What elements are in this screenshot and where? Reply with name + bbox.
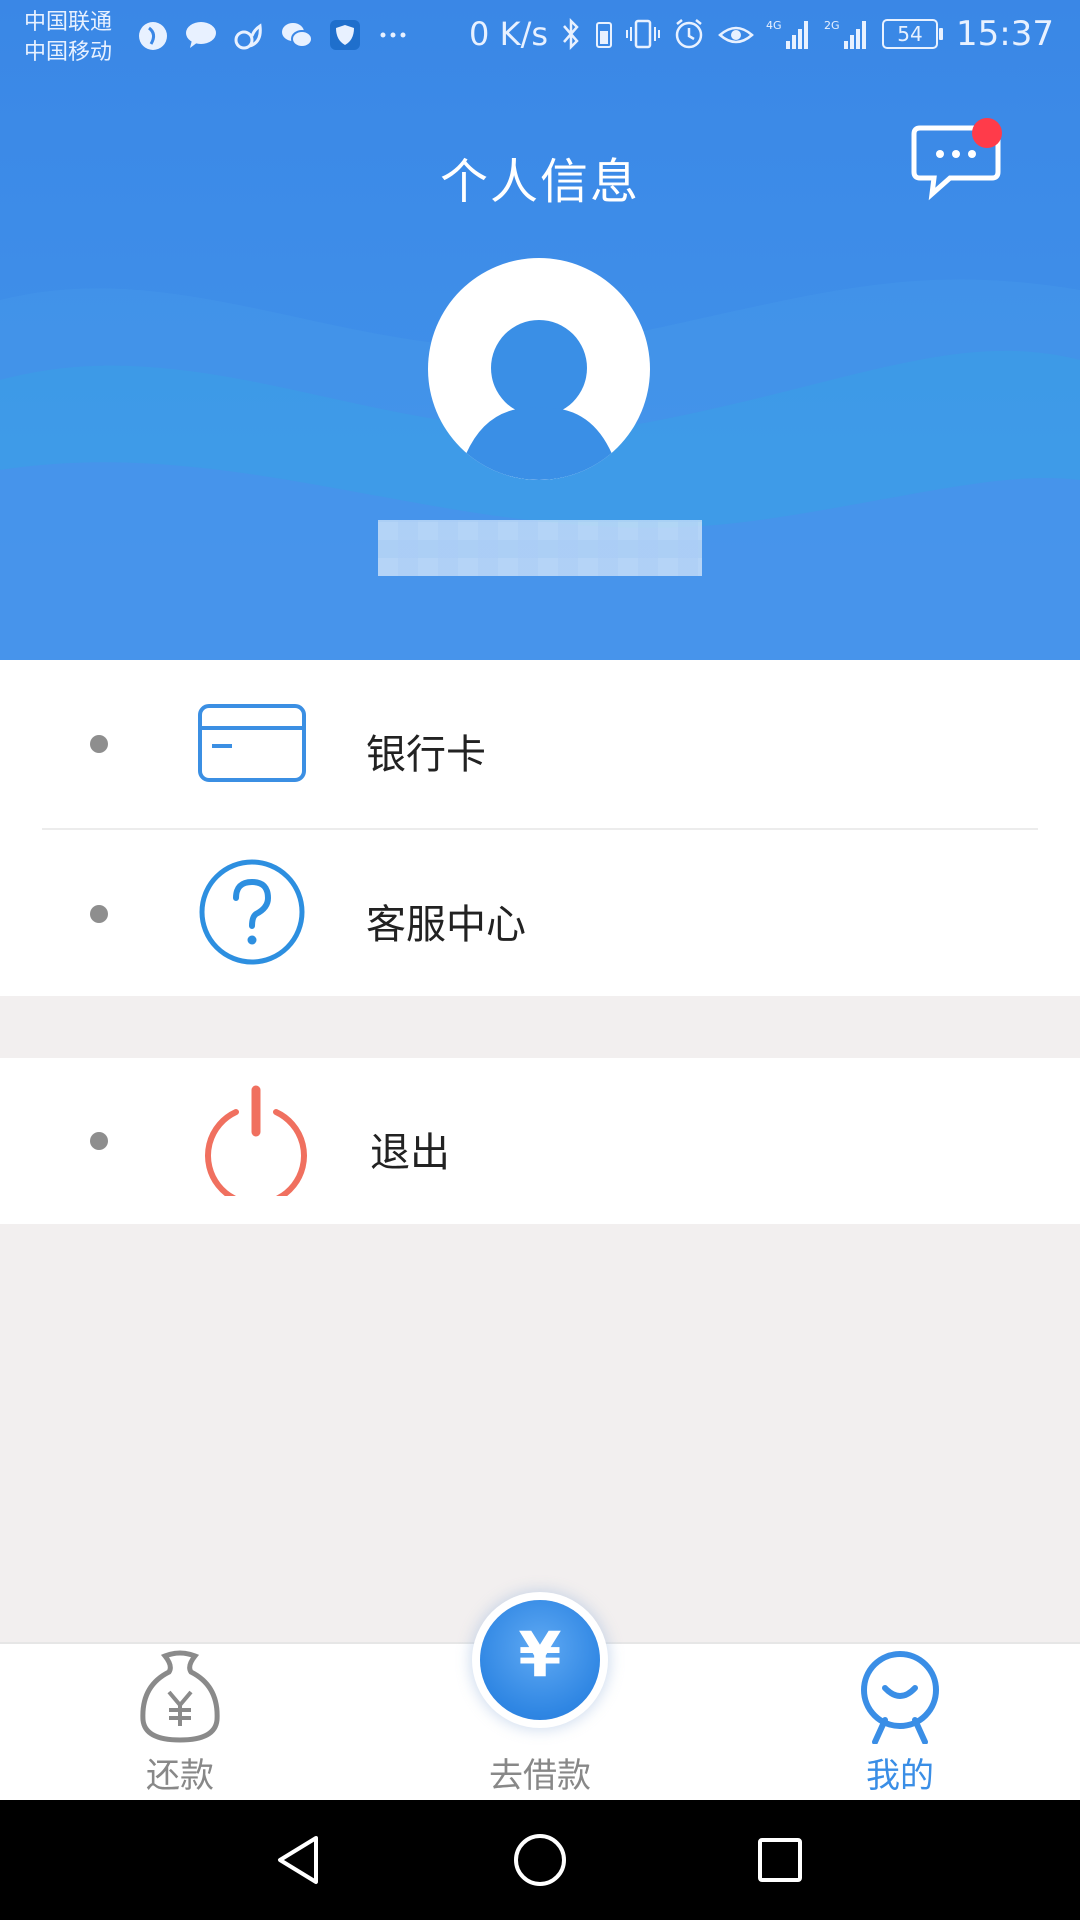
menu-label: 银行卡 — [366, 732, 486, 778]
notification-badge — [972, 118, 1002, 148]
alarm-icon — [675, 19, 703, 49]
bullet-dot — [90, 905, 108, 923]
wechat-icon — [282, 23, 313, 48]
menu-item-logout[interactable]: 退出 — [0, 1058, 1080, 1224]
tab-mine[interactable]: 我的 — [800, 1644, 1000, 1802]
menu-item-bank-card[interactable]: 银行卡 — [0, 660, 1080, 830]
status-bar: 中国联通 中国移动 0 K/s 4G 2G 54 15:37 — [0, 0, 1080, 80]
menu-label: 客服中心 — [366, 902, 526, 948]
tab-repay[interactable]: 还款 — [80, 1644, 280, 1802]
money-bag-icon — [140, 1650, 220, 1743]
menu-group-logout: 退出 — [0, 1058, 1080, 1224]
network-speed: 0 K/s — [469, 15, 549, 53]
username-redacted — [378, 520, 702, 576]
squirrel-icon — [234, 23, 262, 50]
tab-label: 我的 — [866, 1756, 934, 1796]
help-question-icon — [199, 859, 305, 965]
battery-small-icon — [596, 22, 613, 48]
clock: 15:37 — [956, 14, 1054, 54]
notification-icons — [136, 18, 410, 52]
chat-bubble-icon — [186, 22, 216, 48]
more-dots-icon — [380, 32, 406, 38]
eye-icon — [718, 26, 754, 44]
borrow-button[interactable]: ¥ — [480, 1600, 600, 1720]
back-icon[interactable] — [270, 1830, 330, 1890]
avatar[interactable] — [428, 258, 650, 480]
menu-group: 银行卡 客服中心 — [0, 660, 1080, 996]
carrier-1: 中国联通 — [24, 10, 113, 35]
menu-label: 退出 — [370, 1130, 450, 1176]
signal-icon: 4G — [766, 19, 809, 49]
battery-level: 54 — [882, 19, 944, 49]
user-avatar-icon — [432, 262, 646, 480]
carrier-info: 中国联通 中国移动 — [24, 8, 112, 68]
home-icon[interactable] — [510, 1830, 570, 1890]
bluetooth-icon — [563, 17, 579, 51]
bank-card-icon — [198, 704, 306, 782]
profile-smile-icon — [861, 1651, 939, 1744]
recents-icon[interactable] — [750, 1830, 810, 1890]
vibrate-icon — [626, 19, 661, 49]
app-icon — [139, 22, 167, 50]
system-status: 0 K/s 4G 2G 54 15:37 — [469, 14, 1054, 54]
bullet-dot — [90, 1132, 108, 1150]
bullet-dot — [90, 735, 108, 753]
signal-icon: 2G — [824, 19, 867, 49]
svg-text:2G: 2G — [824, 19, 840, 32]
svg-text:4G: 4G — [766, 19, 782, 32]
menu-item-customer-service[interactable]: 客服中心 — [0, 830, 1080, 998]
tab-label: 去借款 — [489, 1756, 591, 1796]
carrier-2: 中国移动 — [24, 40, 113, 65]
tab-label: 还款 — [146, 1756, 214, 1796]
yen-circle-icon: ¥ — [518, 1618, 562, 1691]
power-icon — [205, 1085, 307, 1196]
shield-icon — [330, 20, 360, 50]
system-nav-bar — [0, 1800, 1080, 1920]
